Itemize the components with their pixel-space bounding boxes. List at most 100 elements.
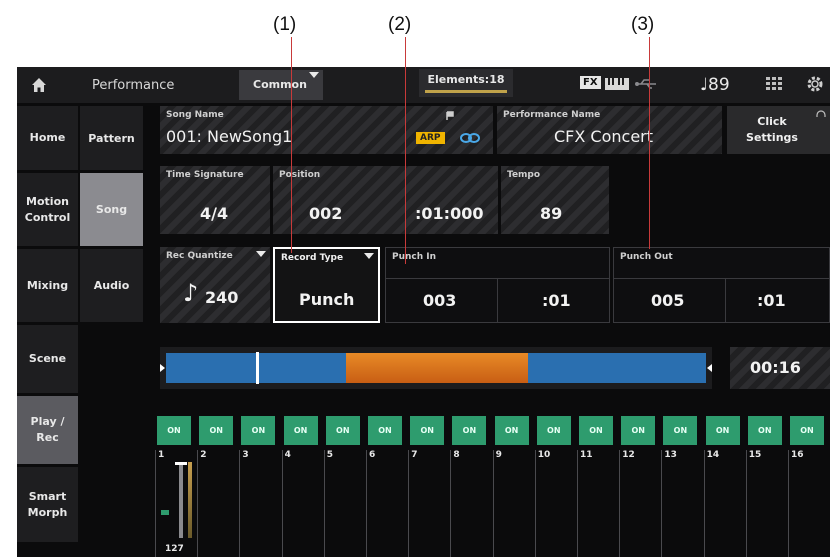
track-7-strip[interactable]: 7 bbox=[408, 450, 446, 557]
tab-common-label: Common bbox=[253, 78, 307, 91]
dropdown-marker-icon bbox=[256, 251, 266, 257]
track-13-strip[interactable]: 13 bbox=[661, 450, 699, 557]
arp-badge: ARP bbox=[416, 132, 445, 144]
performance-name-field[interactable]: Performance Name CFX Concert bbox=[497, 106, 722, 154]
performance-name-label: Performance Name bbox=[503, 110, 601, 120]
track-14-on-button[interactable]: ON bbox=[705, 416, 740, 445]
click-settings-button[interactable]: Click Settings bbox=[727, 106, 830, 154]
tempo-label: Tempo bbox=[507, 170, 541, 180]
position-label: Position bbox=[279, 170, 321, 180]
track-16-on-button[interactable]: ON bbox=[790, 416, 824, 445]
tab-song[interactable]: Song bbox=[80, 173, 143, 246]
fx-badge: FX bbox=[580, 76, 601, 89]
callout-line-3 bbox=[649, 37, 650, 249]
track-16-strip[interactable]: 16 bbox=[788, 450, 826, 557]
record-type-field[interactable]: Record Type Punch bbox=[273, 247, 380, 323]
rec-quantize-field[interactable]: Rec Quantize ♪ 240 bbox=[160, 247, 270, 323]
track-10-strip[interactable]: 10 bbox=[534, 450, 573, 557]
track-12-strip[interactable]: 12 bbox=[619, 450, 657, 557]
punch-out-label: Punch Out bbox=[620, 252, 673, 262]
track-11-strip[interactable]: 11 bbox=[577, 450, 615, 557]
track-4-on-button[interactable]: ON bbox=[283, 416, 318, 445]
track-12-on-button[interactable]: ON bbox=[621, 416, 656, 445]
performance-name-value: CFX Concert bbox=[554, 127, 654, 146]
sidebar-item-play-rec[interactable]: Play / Rec bbox=[17, 396, 78, 464]
track-9-strip[interactable]: 9 bbox=[492, 450, 531, 557]
tab-common[interactable]: Common bbox=[239, 70, 323, 100]
track-5-on-button[interactable]: ON bbox=[325, 416, 360, 445]
track-number: 1 bbox=[158, 450, 165, 460]
track-14-strip[interactable]: 14 bbox=[703, 450, 742, 557]
punch-in-field[interactable]: Punch In 003 :01 bbox=[385, 247, 610, 323]
track-6-on-button[interactable]: ON bbox=[368, 416, 402, 445]
sidebar-item-scene[interactable]: Scene bbox=[17, 325, 78, 393]
time-signature-value: 4/4 bbox=[200, 204, 229, 223]
sidebar-item-mixing[interactable]: Mixing bbox=[17, 249, 78, 322]
track-number: 10 bbox=[537, 450, 551, 460]
track-1-on-button[interactable]: ON bbox=[157, 416, 191, 445]
track-8-strip[interactable]: 8 bbox=[450, 450, 488, 557]
track-13-on-button[interactable]: ON bbox=[663, 416, 698, 445]
track-number: 12 bbox=[622, 450, 635, 460]
track-1-strip[interactable]: 1 bbox=[155, 450, 193, 557]
song-name-field[interactable]: Song Name 001: NewSong1 ARP bbox=[160, 106, 493, 154]
callout-line-2 bbox=[405, 37, 406, 264]
track-number: 16 bbox=[791, 450, 804, 460]
song-name-label: Song Name bbox=[166, 110, 224, 120]
tab-label: Audio bbox=[93, 279, 130, 292]
track-number: 7 bbox=[411, 450, 418, 460]
sidebar-item-motion-control[interactable]: Motion Control bbox=[17, 173, 78, 246]
track-number: 3 bbox=[242, 450, 249, 460]
punch-in-beat-value: :01 bbox=[542, 291, 571, 310]
track-10-on-button[interactable]: ON bbox=[536, 416, 571, 445]
position-field[interactable]: Position 002 :01:000 bbox=[273, 166, 498, 234]
flag-icon bbox=[446, 111, 454, 120]
elements-indicator[interactable]: Elements:18 bbox=[419, 69, 513, 97]
punch-out-field[interactable]: Punch Out 005 :01 bbox=[613, 247, 830, 323]
sidebar-item-label: Motion Control bbox=[24, 194, 71, 224]
track-4-strip[interactable]: 4 bbox=[281, 450, 320, 557]
song-timeline[interactable] bbox=[160, 347, 712, 389]
headphones-icon bbox=[816, 110, 826, 117]
track-3-on-button[interactable]: ON bbox=[241, 416, 276, 445]
sidebar-item-home[interactable]: Home bbox=[17, 106, 78, 170]
playhead-marker[interactable] bbox=[256, 352, 259, 384]
note-icon: ♪ bbox=[183, 279, 199, 307]
track-11-on-button[interactable]: ON bbox=[579, 416, 613, 445]
punch-out-divider bbox=[614, 278, 829, 279]
sidebar-item-smart-morph[interactable]: Smart Morph bbox=[17, 467, 78, 542]
track-15-on-button[interactable]: ON bbox=[747, 416, 782, 445]
time-value: 00:16 bbox=[750, 358, 801, 377]
punch-out-beat-value: :01 bbox=[757, 291, 786, 310]
gear-icon[interactable] bbox=[806, 75, 824, 93]
tab-audio[interactable]: Audio bbox=[80, 249, 143, 322]
track-6-strip[interactable]: 6 bbox=[366, 450, 404, 557]
track-7-on-button[interactable]: ON bbox=[410, 416, 445, 445]
keyboard-icon bbox=[605, 78, 629, 90]
tempo-field[interactable]: Tempo 89 bbox=[501, 166, 609, 234]
sidebar-item-label: Play / Rec bbox=[30, 415, 65, 444]
track-2-strip[interactable]: 2 bbox=[197, 450, 235, 557]
link-icon[interactable] bbox=[460, 132, 480, 144]
timeline-end-arrow bbox=[707, 364, 712, 372]
dropdown-marker-icon bbox=[364, 253, 374, 259]
track-5-strip[interactable]: 5 bbox=[323, 450, 362, 557]
track-number: 11 bbox=[580, 450, 593, 460]
tempo-value: 89 bbox=[540, 204, 563, 223]
home-icon[interactable] bbox=[31, 77, 47, 93]
rec-quantize-label: Rec Quantize bbox=[166, 251, 233, 261]
track-number: 5 bbox=[326, 450, 334, 460]
track-8-on-button[interactable]: ON bbox=[452, 416, 487, 445]
track-3-strip[interactable]: 3 bbox=[239, 450, 277, 557]
tab-pattern[interactable]: Pattern bbox=[80, 106, 143, 170]
grid-icon[interactable] bbox=[766, 77, 782, 91]
track-15-strip[interactable]: 15 bbox=[745, 450, 784, 557]
timeline-start-arrow bbox=[160, 364, 165, 372]
elements-label: Elements:18 bbox=[427, 73, 505, 86]
time-signature-field[interactable]: Time Signature 4/4 bbox=[160, 166, 270, 234]
callout-line-1 bbox=[291, 37, 292, 253]
tab-label: Song bbox=[95, 203, 128, 216]
track-2-on-button[interactable]: ON bbox=[199, 416, 234, 445]
track-9-on-button[interactable]: ON bbox=[494, 416, 529, 445]
sidebar-item-label: Mixing bbox=[26, 278, 69, 292]
